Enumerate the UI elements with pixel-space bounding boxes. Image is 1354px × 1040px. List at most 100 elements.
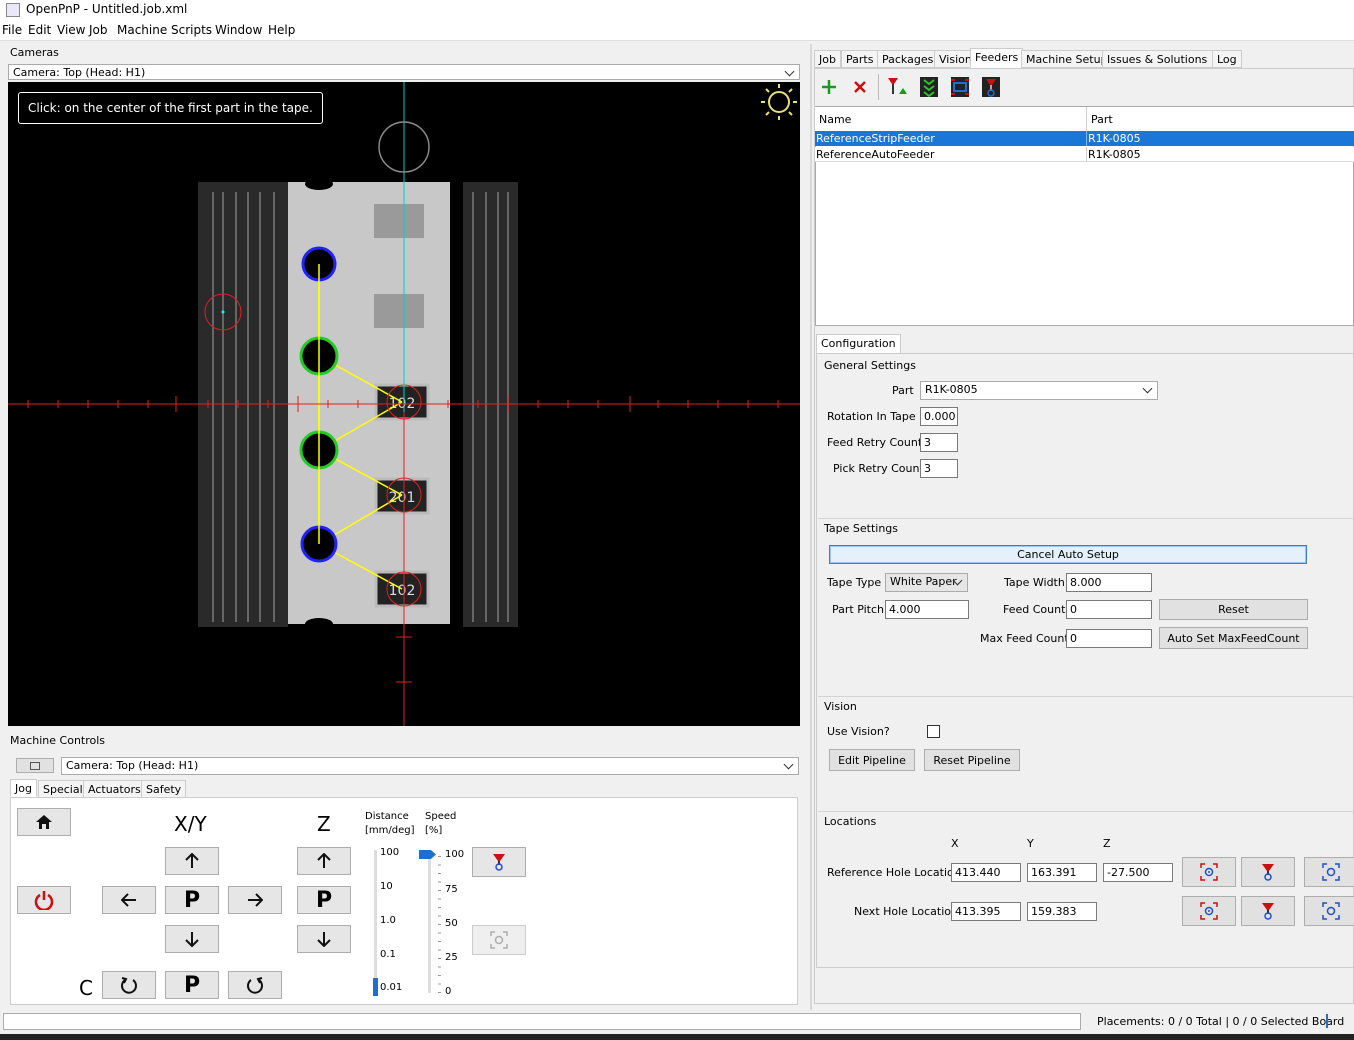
divider (818, 518, 1354, 519)
edit-pipeline-button[interactable]: Edit Pipeline (829, 749, 915, 771)
distance-tick: 0.1 (380, 949, 396, 960)
menu-help[interactable]: Help (268, 23, 295, 37)
tab-special[interactable]: Special (38, 780, 88, 798)
pocket-1 (374, 204, 424, 238)
tab-log[interactable]: Log (1212, 50, 1242, 68)
table-row[interactable]: ReferenceStripFeeder R1K-0805 (815, 131, 1354, 146)
tape-hole-top (305, 178, 333, 190)
reference-hole-label: Reference Hole Location (827, 866, 961, 879)
tab-parts[interactable]: Parts (841, 50, 879, 68)
reference-hole-y-input[interactable]: 163.391 (1027, 863, 1097, 882)
machine-camera-select-value: Camera: Top (Head: H1) (66, 759, 199, 772)
menu-view[interactable]: View (57, 23, 85, 37)
cameras-label: Cameras (10, 46, 59, 59)
feed-count-input[interactable]: 0 (1066, 600, 1152, 619)
nozzle-position-button[interactable] (472, 847, 526, 877)
z-plus-button[interactable] (297, 847, 351, 875)
arrow-down-icon (317, 932, 331, 947)
collapse-button[interactable] (16, 758, 54, 773)
splitter[interactable] (810, 44, 812, 1010)
home-button[interactable] (17, 808, 71, 836)
row-part: R1K-0805 (1088, 132, 1141, 145)
tab-feeders[interactable]: Feeders (970, 48, 1024, 68)
menu-machine[interactable]: Machine (117, 23, 167, 37)
light-icon[interactable] (761, 84, 797, 120)
menu-window[interactable]: Window (215, 23, 262, 37)
x-plus-button[interactable] (228, 886, 282, 914)
move-camera-feeder-button[interactable] (949, 76, 971, 98)
collapse-icon (30, 762, 40, 770)
z-minus-button[interactable] (297, 925, 351, 953)
c-minus-button[interactable] (102, 971, 156, 999)
tab-jog[interactable]: Jog (10, 779, 37, 797)
divider (818, 811, 1354, 812)
tab-actuators[interactable]: Actuators (83, 780, 146, 798)
c-plus-button[interactable] (228, 971, 282, 999)
tab-packages[interactable]: Packages (877, 50, 939, 68)
tape-width-input[interactable]: 8.000 (1066, 573, 1152, 592)
cancel-auto-setup-button[interactable]: Cancel Auto Setup (829, 545, 1307, 564)
feed-retry-input[interactable]: 3 (920, 433, 958, 452)
arrow-left-icon (121, 893, 136, 907)
camera-select[interactable]: Camera: Top (Head: H1) (8, 64, 800, 80)
x-minus-button[interactable] (102, 886, 156, 914)
tape-type-select[interactable]: White Paper (885, 573, 968, 592)
next-capture-tool-button[interactable] (1241, 896, 1295, 926)
max-feed-count-input[interactable]: 0 (1066, 629, 1152, 648)
toolbar-separator (878, 74, 879, 100)
column-divider[interactable] (1086, 107, 1087, 131)
ref-capture-camera-button[interactable] (1182, 857, 1236, 887)
reference-hole-z-input[interactable]: -27.500 (1103, 863, 1173, 882)
part-select[interactable]: R1K-0805 (920, 381, 1158, 400)
column-header-part[interactable]: Part (1091, 113, 1113, 126)
camera-view[interactable]: 102 201 102 (8, 82, 800, 726)
machine-camera-select[interactable]: Camera: Top (Head: H1) (61, 757, 799, 775)
add-feeder-button[interactable] (820, 77, 838, 97)
part-pitch-input[interactable]: 4.000 (885, 600, 969, 619)
reset-button[interactable]: Reset (1159, 599, 1308, 620)
speed-ticks-marks (438, 856, 441, 993)
pick-retry-input[interactable]: 3 (920, 459, 958, 478)
table-row[interactable]: ReferenceAutoFeeder R1K-0805 (815, 147, 1354, 162)
xy-park-button[interactable]: P (165, 886, 219, 914)
reset-pipeline-button[interactable]: Reset Pipeline (924, 749, 1020, 771)
y-minus-button[interactable] (165, 925, 219, 953)
distance-slider-track[interactable] (374, 850, 377, 996)
next-move-camera-button[interactable] (1304, 896, 1354, 926)
column-header-name[interactable]: Name (819, 113, 851, 126)
distance-slider-thumb[interactable] (373, 978, 378, 996)
tab-safety[interactable]: Safety (141, 780, 187, 798)
move-nozzle-feeder-button[interactable] (980, 76, 1002, 98)
tab-issues-solutions[interactable]: Issues & Solutions (1102, 50, 1225, 68)
speed-slider-track[interactable] (428, 853, 431, 993)
menu-job[interactable]: Job (89, 23, 108, 37)
reference-hole-x-input[interactable]: 413.440 (951, 863, 1021, 882)
power-button[interactable] (17, 886, 71, 914)
park-label: P (183, 973, 201, 998)
auto-set-max-feed-count-button[interactable]: Auto Set MaxFeedCount (1159, 627, 1308, 649)
capture-camera-icon (1200, 863, 1218, 881)
nozzle-icon (493, 854, 505, 871)
c-park-button[interactable]: P (165, 971, 219, 999)
delete-feeder-button[interactable] (851, 77, 869, 97)
tab-machine-setup[interactable]: Machine Setup (1021, 50, 1113, 68)
tab-job[interactable]: Job (814, 50, 841, 68)
ref-move-camera-button[interactable] (1304, 857, 1354, 887)
tab-configuration[interactable]: Configuration (816, 334, 901, 354)
menu-file[interactable]: File (2, 23, 22, 37)
feed-pick-button[interactable] (886, 76, 908, 98)
z-park-button[interactable]: P (297, 886, 351, 914)
use-vision-checkbox[interactable] (927, 725, 940, 738)
feed-pick-icon (888, 78, 907, 94)
next-hole-y-input[interactable]: 159.383 (1027, 902, 1097, 921)
next-hole-x-input[interactable]: 413.395 (951, 902, 1021, 921)
y-plus-button[interactable] (165, 847, 219, 875)
feed-button[interactable] (918, 76, 940, 98)
menu-scripts[interactable]: Scripts (171, 23, 212, 37)
next-capture-camera-button[interactable] (1182, 896, 1236, 926)
menu-edit[interactable]: Edit (28, 23, 51, 37)
max-feed-count-label: Max Feed Count (980, 632, 1069, 645)
rotation-input[interactable]: 0.000 (920, 407, 958, 426)
camera-position-button[interactable] (472, 925, 526, 955)
ref-capture-tool-button[interactable] (1241, 857, 1295, 887)
